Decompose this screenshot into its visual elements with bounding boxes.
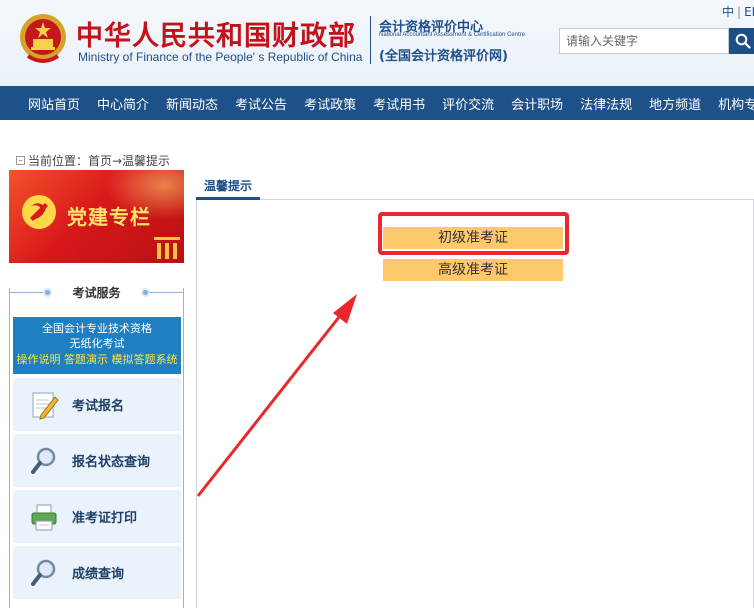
paperless-line2: 无纸化考试 — [69, 337, 125, 350]
printer-icon — [27, 500, 61, 534]
sidebar-item-exam-registration[interactable]: 考试报名 — [13, 378, 181, 432]
center-network-name: (全国会计资格评价网) — [379, 49, 508, 64]
sidebar-item-label: 成绩查询 — [72, 567, 125, 582]
search-icon — [735, 33, 751, 49]
header-divider — [370, 16, 371, 64]
main-nav: 网站首页 中心简介 新闻动态 考试公告 考试政策 考试用书 评价交流 会计职场 … — [0, 86, 754, 120]
breadcrumb: 当前位置：首页→温馨提示 — [16, 152, 170, 169]
paperless-exam-banner[interactable]: 全国会计专业技术资格 无纸化考试 操作说明 答题演示 模拟答题系统 — [13, 317, 181, 374]
mock-answer-system-link[interactable]: 模拟答题系统 — [112, 353, 178, 366]
senior-admission-ticket-button[interactable]: 高级准考证 — [383, 259, 563, 281]
lang-separator: | — [737, 5, 742, 19]
nav-item-institutions[interactable]: 机构专区 — [718, 94, 754, 113]
nav-item-news[interactable]: 新闻动态 — [166, 94, 218, 113]
party-building-label: 党建专栏 — [67, 205, 151, 229]
nav-item-local[interactable]: 地方频道 — [649, 94, 701, 113]
lang-en-link[interactable]: EN — [744, 5, 754, 19]
exam-service-title: 考试服务 — [72, 286, 121, 300]
nav-item-exam-books[interactable]: 考试用书 — [373, 94, 425, 113]
paperless-line1: 全国会计专业技术资格 — [42, 322, 152, 335]
nav-item-evaluation[interactable]: 评价交流 — [442, 94, 494, 113]
nav-item-exam-notices[interactable]: 考试公告 — [235, 94, 287, 113]
site-header: 中华人民共和国财政部 Ministry of Finance of the Pe… — [0, 0, 754, 86]
search-button[interactable] — [729, 28, 754, 54]
nav-item-home[interactable]: 网站首页 — [28, 94, 80, 113]
answer-demo-link[interactable]: 答题演示 — [64, 353, 108, 366]
sidebar-item-label: 报名状态查询 — [72, 455, 151, 470]
nav-item-about[interactable]: 中心简介 — [97, 94, 149, 113]
banner-columns-decoration — [154, 237, 180, 259]
paperless-links: 操作说明 答题演示 模拟答题系统 — [13, 352, 181, 367]
operation-guide-link[interactable]: 操作说明 — [17, 353, 61, 366]
center-title-en: National Accountant Assessment & Certifi… — [379, 32, 526, 38]
lang-cn-link[interactable]: 中 — [722, 5, 734, 19]
sidebar-item-score-query[interactable]: 成绩查询 — [13, 546, 181, 600]
primary-admission-ticket-button[interactable]: 初级准考证 — [383, 227, 563, 249]
exam-service-header: 考试服务 — [9, 280, 184, 304]
sidebar-item-registration-status[interactable]: 报名状态查询 — [13, 434, 181, 488]
language-switch: 中|EN — [722, 3, 754, 20]
content-tab-strip: 温馨提示 — [196, 176, 754, 200]
sidebar-item-label: 考试报名 — [72, 399, 125, 414]
nav-item-laws[interactable]: 法律法规 — [580, 94, 632, 113]
nav-item-exam-policy[interactable]: 考试政策 — [304, 94, 356, 113]
national-emblem-icon — [20, 14, 66, 63]
breadcrumb-icon — [16, 156, 25, 165]
ministry-title-en: Ministry of Finance of the People' s Rep… — [78, 50, 363, 64]
magnifier-icon — [27, 556, 61, 590]
nav-item-careers[interactable]: 会计职场 — [511, 94, 563, 113]
magnifier-icon — [27, 444, 61, 478]
tab-warm-tips[interactable]: 温馨提示 — [196, 176, 261, 200]
breadcrumb-text: 当前位置：首页→温馨提示 — [28, 154, 171, 168]
party-emblem-icon — [22, 195, 56, 229]
pencil-paper-icon — [27, 388, 61, 422]
search-input[interactable] — [559, 28, 729, 54]
party-building-banner[interactable]: 党建专栏 — [9, 170, 184, 263]
ministry-title-cn: 中华人民共和国财政部 — [76, 21, 356, 52]
sidebar-item-label: 准考证打印 — [72, 511, 138, 526]
sidebar-item-admission-print[interactable]: 准考证打印 — [13, 490, 181, 544]
